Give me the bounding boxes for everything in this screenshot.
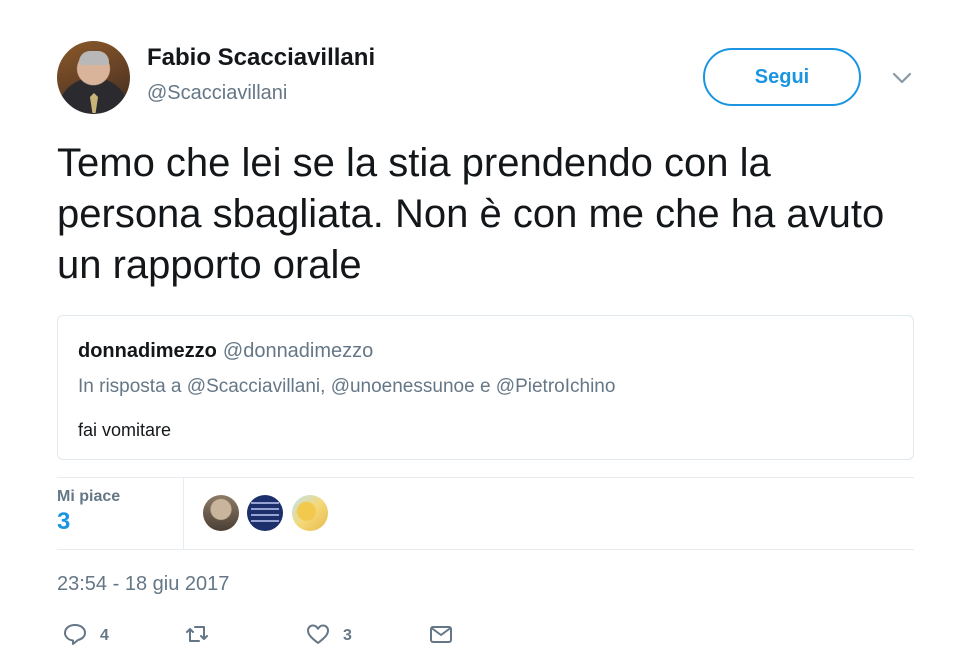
reply-mention-1[interactable]: @Scacciavillani — [187, 376, 320, 397]
liker-avatar-2[interactable] — [247, 495, 283, 531]
liker-avatar-1[interactable] — [203, 495, 239, 531]
avatar-hair — [79, 51, 109, 65]
tweet-timestamp[interactable]: 23:54 - 18 giu 2017 — [57, 573, 229, 596]
reply-mention-3[interactable]: @PietroIchino — [496, 376, 616, 397]
follow-button[interactable]: Segui — [703, 48, 861, 106]
tweet-text: Temo che lei se la stia prendendo con la… — [57, 141, 885, 287]
reply-button[interactable]: 4 — [62, 622, 109, 650]
direct-message-button[interactable] — [428, 622, 454, 650]
liker-avatar-3[interactable] — [292, 495, 328, 531]
quoted-tweet-handle: @donnadimezzo — [222, 340, 374, 362]
stats-divider-top — [57, 477, 914, 478]
quoted-tweet-name: donnadimezzo — [78, 340, 217, 362]
quoted-tweet-author: donnadimezzo @donnadimezzo — [78, 340, 373, 363]
author-handle[interactable]: @Scacciavillani — [147, 82, 287, 105]
heart-icon — [305, 621, 331, 652]
reply-count: 4 — [100, 627, 109, 644]
avatar-tie — [90, 93, 98, 113]
reply-mention-2[interactable]: @unoenessunoe — [331, 376, 475, 397]
like-count: 3 — [343, 627, 352, 644]
stats-divider-vertical — [183, 478, 184, 549]
reply-icon — [62, 621, 88, 652]
chevron-down-icon[interactable] — [890, 66, 914, 90]
reply-separator-2: e — [479, 376, 491, 397]
likes-count[interactable]: 3 — [57, 508, 70, 536]
author-display-name[interactable]: Fabio Scacciavillani — [147, 44, 375, 72]
tweet-card: Fabio Scacciavillani @Scacciavillani Seg… — [0, 0, 970, 660]
quoted-tweet[interactable]: donnadimezzo @donnadimezzo In risposta a … — [57, 315, 914, 460]
likes-label[interactable]: Mi piace — [57, 488, 120, 506]
retweet-button[interactable] — [184, 622, 222, 650]
author-avatar[interactable] — [57, 41, 130, 114]
retweet-icon — [184, 621, 210, 652]
stats-divider-bottom — [57, 549, 914, 550]
envelope-icon — [428, 621, 454, 652]
reply-prefix: In risposta a — [78, 376, 182, 397]
quoted-tweet-reply-context: In risposta a @Scacciavillani, @unoeness… — [78, 376, 615, 398]
quoted-tweet-text: fai vomitare — [78, 420, 172, 440]
reply-separator-1: , — [320, 376, 326, 397]
like-button[interactable]: 3 — [305, 622, 352, 650]
liker-avatar-2-pattern — [251, 502, 279, 524]
